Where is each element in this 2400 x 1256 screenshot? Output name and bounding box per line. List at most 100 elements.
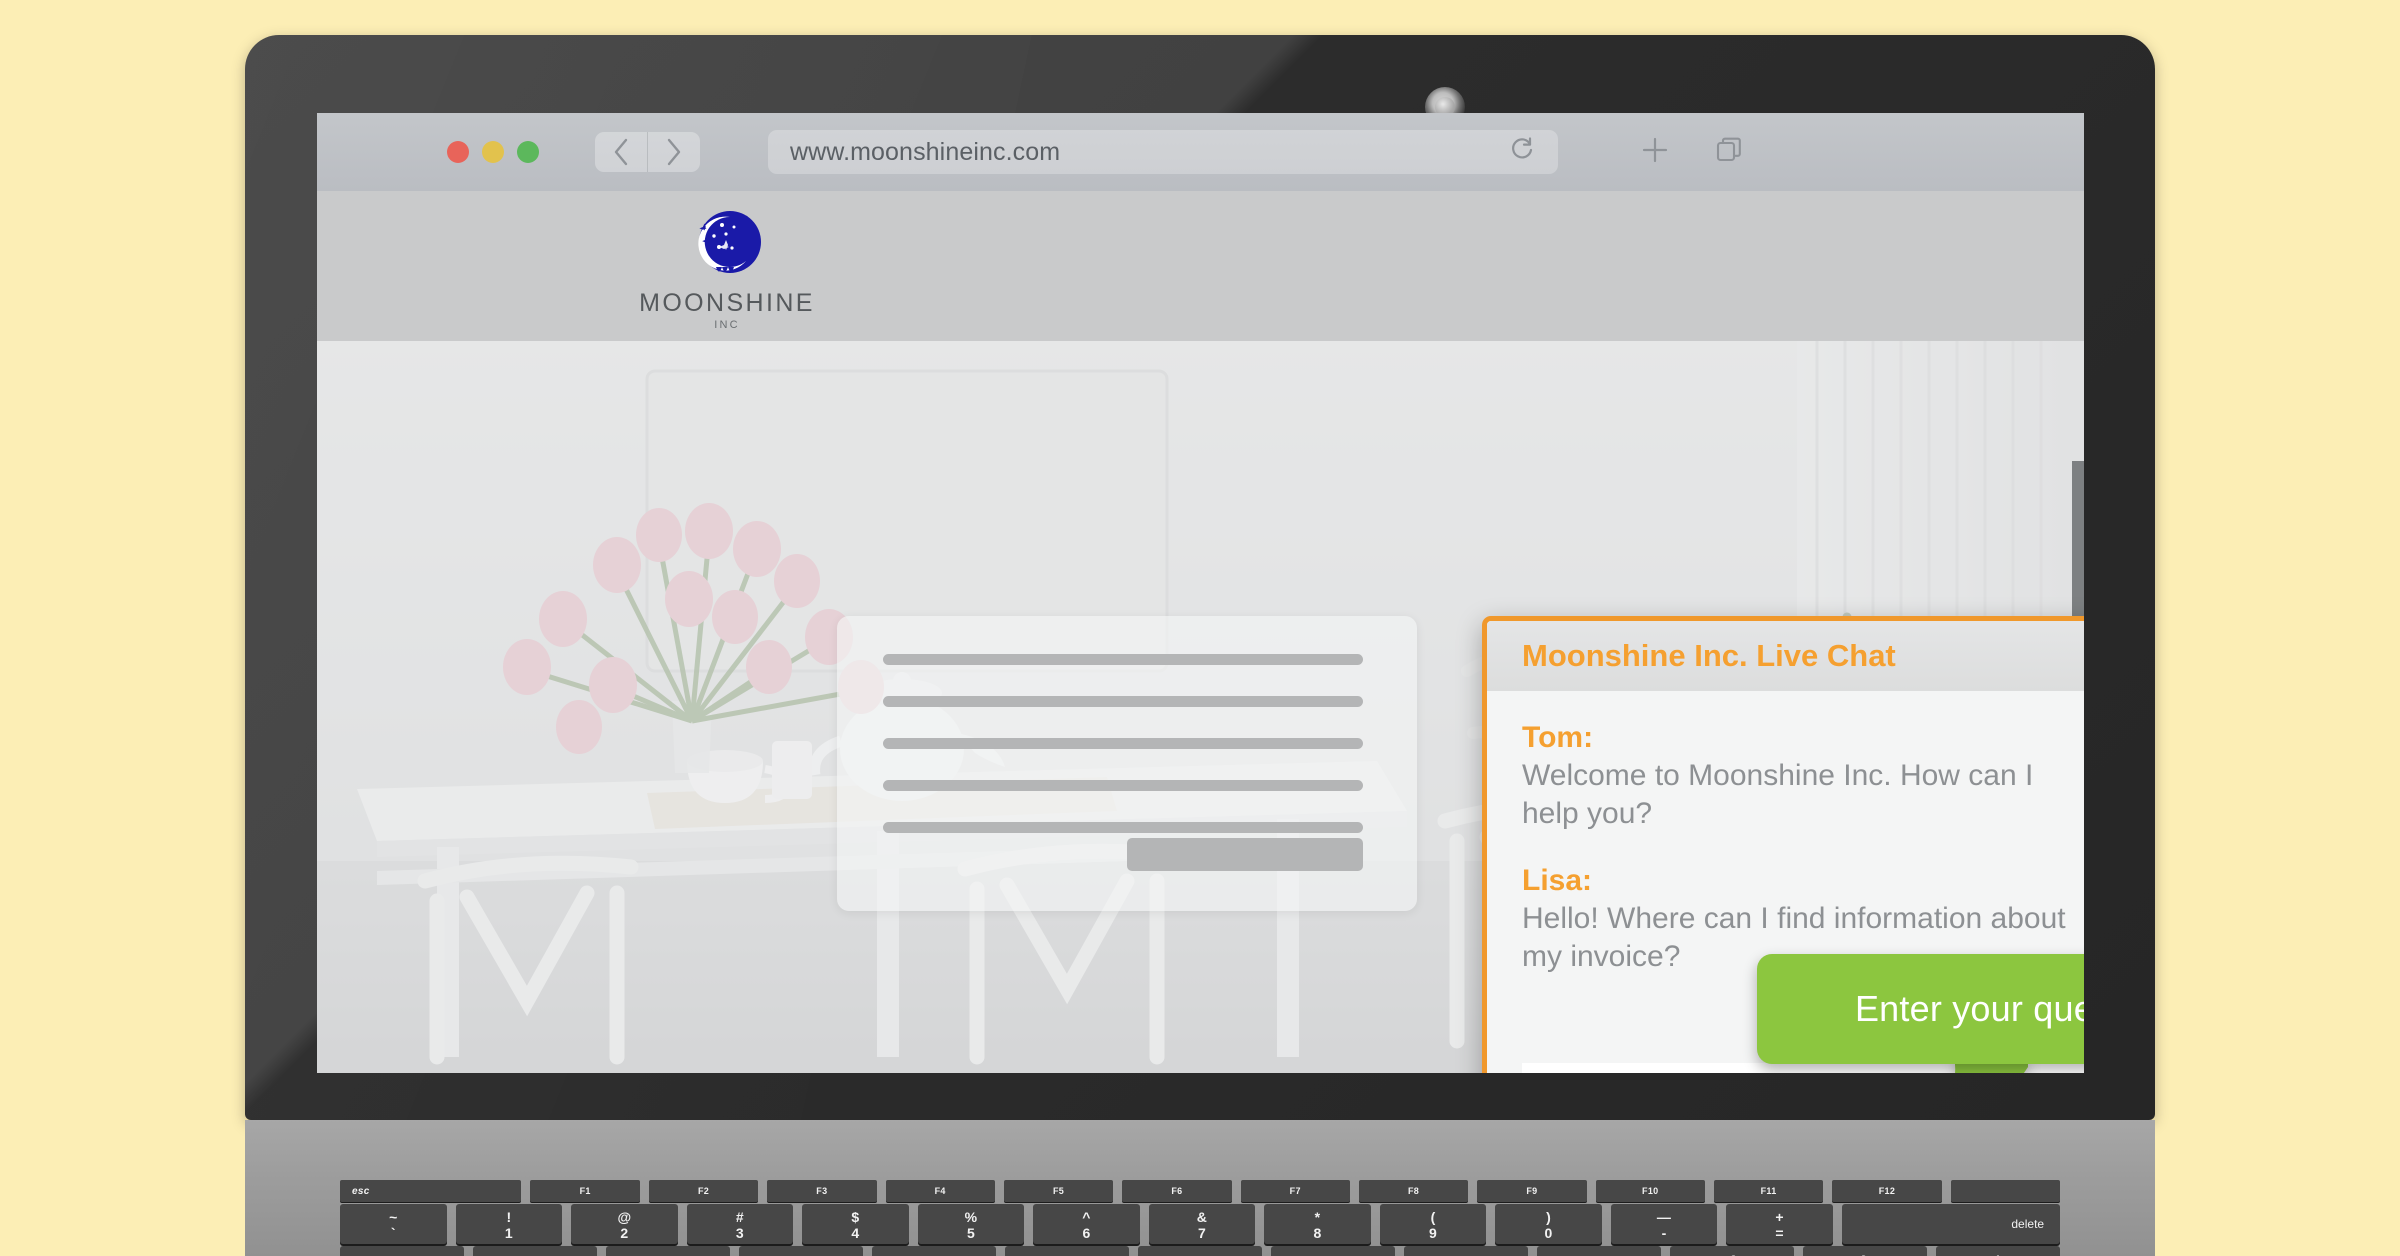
chrome-right-actions [1640, 135, 1744, 170]
key-bottom-label: 1 [504, 1225, 513, 1241]
browser-chrome: www.moonshineinc.com [317, 113, 2084, 191]
key-top-label: ^ [1082, 1208, 1091, 1225]
key-top-label: ! [506, 1208, 512, 1225]
key-2[interactable]: @2 [571, 1204, 678, 1244]
crescent-moon-logo-icon [686, 203, 768, 285]
key-f2[interactable]: F2 [648, 1180, 759, 1202]
site-header [317, 191, 2084, 341]
key-top-label: + [1775, 1208, 1784, 1225]
address-bar[interactable]: www.moonshineinc.com [768, 130, 1558, 174]
key-backslash[interactable]: | [1936, 1246, 2060, 1256]
key-f5[interactable]: F5 [1003, 1180, 1114, 1202]
key-bottom-label: 0 [1544, 1225, 1553, 1241]
chat-message-text: Welcome to Moonshine Inc. How can I help… [1522, 759, 2034, 830]
maximize-window-button[interactable] [517, 141, 539, 163]
keyboard[interactable]: esc F1 F2 F3 F4 F5 F6 F7 F8 F9 F10 F11 F… [245, 1180, 2155, 1256]
key-0[interactable]: ) 0 [1495, 1204, 1602, 1244]
minimize-window-button[interactable] [482, 141, 504, 163]
key-bottom-label: 4 [851, 1225, 860, 1241]
key-bottom-label: - [1661, 1225, 1667, 1241]
key-minus[interactable]: — - [1610, 1204, 1718, 1244]
chevron-right-icon [667, 138, 681, 166]
key-t[interactable]: T [872, 1246, 996, 1256]
laptop-screen: www.moonshineinc.com MOONSHINE INC Moons… [317, 113, 2084, 1073]
key-top-label: $ [851, 1208, 860, 1225]
key-bottom-label: 2 [620, 1225, 629, 1241]
key-r[interactable]: R [739, 1246, 863, 1256]
key-bottom-label: 6 [1082, 1225, 1091, 1241]
key-backtick[interactable]: ~ ` [340, 1204, 447, 1244]
key-top-label: & [1196, 1208, 1207, 1225]
browser-window: www.moonshineinc.com MOONSHINE INC Moons… [317, 113, 2084, 1073]
key-i[interactable]: I [1271, 1246, 1395, 1256]
key-f11[interactable]: F11 [1713, 1180, 1824, 1202]
keyboard-letter-row[interactable]: Q W E R T Y U I O P { } | [245, 1246, 2155, 1256]
keyboard-function-row[interactable]: esc F1 F2 F3 F4 F5 F6 F7 F8 F9 F10 F11 F… [245, 1180, 2155, 1202]
keyboard-number-row[interactable]: ~ ` ! 1 @2 #3 $4 % 5 ^ 6 & 7 * 8 (9 ) 0 — - + = d… [245, 1204, 2155, 1244]
card-action-button[interactable] [1127, 838, 1363, 871]
key-f3[interactable]: F3 [767, 1180, 877, 1202]
key-3[interactable]: #3 [686, 1204, 794, 1244]
key-bottom-label: 8 [1313, 1225, 1322, 1241]
key-delete[interactable]: delete [1841, 1204, 2061, 1244]
key-f7[interactable]: F7 [1240, 1180, 1350, 1202]
key-6[interactable]: ^ 6 [1033, 1204, 1140, 1244]
logo-wordmark: MOONSHINE [639, 289, 815, 317]
key-7[interactable]: & 7 [1148, 1204, 1256, 1244]
key-bottom-label: 3 [735, 1225, 744, 1241]
key-f12[interactable]: F12 [1832, 1180, 1942, 1202]
key-o[interactable]: O [1404, 1246, 1528, 1256]
key-bracket-left[interactable]: { [1670, 1246, 1794, 1256]
key-top-label: @ [617, 1208, 632, 1225]
logo-subtext: INC [714, 319, 740, 331]
key-f9[interactable]: F9 [1477, 1180, 1587, 1202]
key-power[interactable] [1950, 1180, 2060, 1202]
forward-button[interactable] [647, 132, 700, 172]
callout-bubble: Enter your question here [1757, 954, 2084, 1064]
key-p[interactable]: P [1537, 1246, 1661, 1256]
key-f6[interactable]: F6 [1122, 1180, 1232, 1202]
chevron-left-icon [614, 138, 628, 166]
callout-text: Enter your question here [1854, 988, 2084, 1029]
key-q[interactable]: Q [340, 1246, 464, 1256]
key-u[interactable]: U [1138, 1246, 1262, 1256]
content-card [837, 616, 1417, 911]
chat-message-author: Tom: [1522, 721, 1594, 754]
key-5[interactable]: % 5 [917, 1204, 1025, 1244]
key-w[interactable]: W [473, 1246, 597, 1256]
placeholder-line [883, 654, 1363, 665]
url-text: www.moonshineinc.com [790, 137, 1061, 166]
key-1[interactable]: ! 1 [455, 1204, 563, 1244]
key-top-label: # [735, 1208, 744, 1225]
key-f10[interactable]: F10 [1595, 1180, 1705, 1202]
key-top-label: ) [1546, 1208, 1551, 1225]
laptop-base: esc F1 F2 F3 F4 F5 F6 F7 F8 F9 F10 F11 F… [0, 1120, 2400, 1256]
key-bottom-label: = [1775, 1225, 1784, 1241]
key-4[interactable]: $4 [802, 1204, 909, 1244]
site-logo[interactable]: MOONSHINE INC [632, 203, 822, 331]
window-controls[interactable] [447, 141, 539, 163]
key-f4[interactable]: F4 [885, 1180, 995, 1202]
duplicate-tabs-icon[interactable] [1714, 135, 1744, 170]
key-bottom-label: 5 [966, 1225, 975, 1241]
placeholder-text-lines [883, 654, 1363, 864]
key-equals[interactable]: + = [1726, 1204, 1833, 1244]
back-button[interactable] [595, 132, 647, 172]
key-top-label: ~ [389, 1208, 398, 1225]
key-y[interactable]: Y [1005, 1246, 1129, 1256]
plus-icon[interactable] [1640, 135, 1670, 170]
key-bottom-label: 7 [1197, 1225, 1206, 1241]
close-window-button[interactable] [447, 141, 469, 163]
key-f8[interactable]: F8 [1358, 1180, 1469, 1202]
key-bracket-right[interactable]: } [1803, 1246, 1927, 1256]
key-bottom-label: ` [390, 1225, 396, 1241]
reload-icon[interactable] [1508, 135, 1536, 170]
navigation-buttons[interactable] [595, 132, 700, 172]
key-e[interactable]: E [606, 1246, 730, 1256]
key-9[interactable]: (9 [1379, 1204, 1487, 1244]
placeholder-line [883, 696, 1363, 707]
key-f1[interactable]: F1 [530, 1180, 640, 1202]
key-8[interactable]: * 8 [1264, 1204, 1371, 1244]
placeholder-line [883, 822, 1363, 833]
key-esc[interactable]: esc [340, 1180, 522, 1202]
